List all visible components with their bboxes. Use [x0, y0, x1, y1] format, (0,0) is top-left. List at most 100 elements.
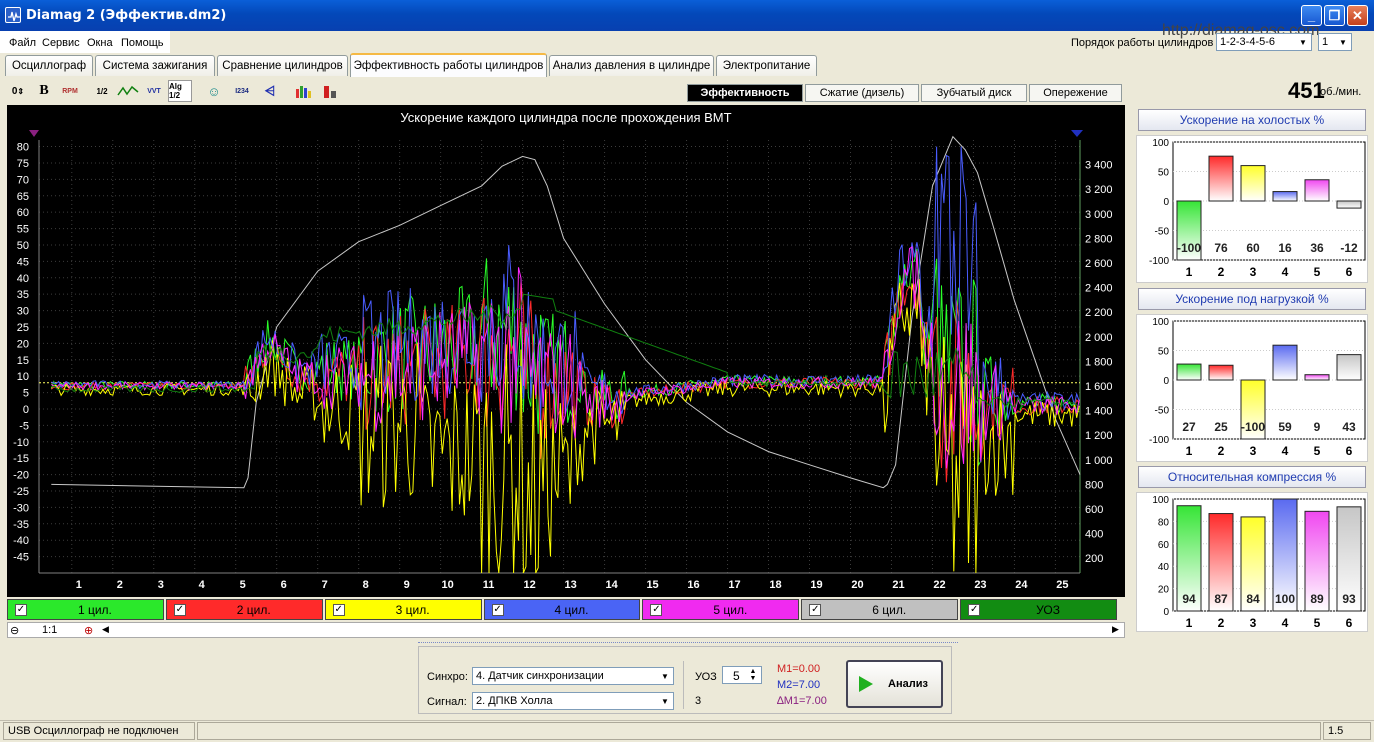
bar-cyl-5	[1304, 179, 1330, 202]
bar-y-tick: 0	[1163, 197, 1169, 208]
y-right-tick-label: 3 400	[1085, 160, 1113, 172]
firing-order-value: 1-2-3-4-5-6	[1220, 36, 1276, 48]
uoz-value: 5	[733, 669, 740, 683]
tab-power[interactable]: Электропитание	[716, 55, 817, 76]
tab-ignition[interactable]: Система зажигания	[95, 55, 215, 76]
chevron-down-icon: ▼	[661, 696, 669, 706]
scroll-left-icon[interactable]: ◀	[102, 624, 109, 635]
tab-cylinder-compare[interactable]: Сравнение цилиндров	[217, 55, 348, 76]
legend-cyl-3[interactable]: ✓ 3 цил.	[324, 599, 482, 620]
y-right-tick-label: 1 600	[1085, 381, 1113, 393]
bar-category-label: 1	[1186, 444, 1193, 458]
tab-oscilloscope[interactable]: Осциллограф	[5, 55, 93, 76]
bar-category-label: 3	[1250, 265, 1257, 279]
legend-checkbox[interactable]: ✓	[15, 603, 27, 616]
tab-pressure-analysis[interactable]: Анализ давления в цилиндре	[549, 55, 714, 76]
x-tick-label: 23	[974, 579, 986, 591]
y-tick-label: 45	[17, 256, 29, 268]
bar-chart-2: 100 50 0 -50 -100 27 1 25 2 -100 3 59 4 9 5 43 6	[1136, 314, 1368, 462]
firing-order-select[interactable]: 1-2-3-4-5-6 ▼	[1216, 33, 1312, 51]
legend-cyl-6[interactable]: ✓ 6 цил.	[801, 599, 959, 620]
sync-label: Синхро:	[427, 671, 468, 683]
chart-scrollbar[interactable]: ⊖ 1:1 ⊕ ◀ ▶	[7, 622, 1125, 638]
analyze-button[interactable]: Анализ	[846, 660, 943, 708]
bar-chart-title: Относительная компрессия %	[1138, 466, 1366, 488]
y-tick-label: 30	[17, 306, 29, 318]
legend-checkbox[interactable]: ✓	[650, 603, 663, 616]
menu-help[interactable]: Помощь	[121, 37, 164, 49]
legend-cyl-1[interactable]: ✓ 1 цил.	[7, 599, 164, 620]
people-button[interactable]: ☺	[202, 80, 226, 102]
legend-checkbox[interactable]: ✓	[968, 603, 981, 616]
restore-icon[interactable]: ❐	[1324, 5, 1345, 26]
sync-select[interactable]: 4. Датчик синхронизации ▼	[472, 667, 674, 685]
legend-cyl-7[interactable]: ✓ УОЗ	[960, 599, 1117, 620]
legend-checkbox[interactable]: ✓	[173, 603, 186, 616]
legend-checkbox[interactable]: ✓	[332, 603, 345, 616]
uoz-sub-value: 3	[695, 695, 702, 707]
bars-button[interactable]	[292, 80, 316, 102]
zoom-out-icon[interactable]: ⊖	[10, 624, 19, 637]
fraction-button[interactable]: 1/2	[90, 80, 114, 102]
acceleration-chart[interactable]: Ускорение каждого цилиндра после прохожд…	[7, 105, 1125, 597]
zoom-in-icon[interactable]: ⊕	[84, 624, 93, 637]
wave-button[interactable]	[116, 80, 140, 102]
y-axis-left: 80757065605550454035302520151050-5-10-15…	[13, 142, 29, 564]
marker-right-icon[interactable]	[1071, 130, 1083, 137]
spin-icon[interactable]: ▲ ▼	[746, 668, 760, 682]
subtab-tooth-disk[interactable]: Зубчатый диск	[921, 84, 1027, 102]
y-tick-label: 15	[17, 355, 29, 367]
x-tick-label: 9	[404, 579, 410, 591]
close-icon[interactable]: ✕	[1347, 5, 1368, 26]
legend-cyl-4[interactable]: ✓ 4 цил.	[483, 599, 641, 620]
marker-delta: ∆M1=7.00	[777, 695, 827, 707]
menu-service[interactable]: Сервис	[42, 37, 80, 49]
bar-value-label: 59	[1278, 420, 1292, 434]
rpm-button[interactable]: RPM	[58, 80, 82, 102]
menu-windows[interactable]: Окна	[87, 37, 113, 49]
y-tick-label: 40	[17, 273, 29, 285]
vvt-button[interactable]: VVT	[142, 80, 166, 102]
x-tick-label: 6	[281, 579, 287, 591]
legend-checkbox[interactable]: ✓	[491, 603, 504, 616]
y-tick-label: -15	[13, 453, 29, 465]
bold-button[interactable]: B	[32, 80, 56, 102]
legend-checkbox[interactable]: ✓	[809, 603, 822, 616]
y-tick-label: 75	[17, 158, 29, 170]
y-right-tick-label: 1 800	[1085, 356, 1113, 368]
marker-left-icon[interactable]	[29, 130, 39, 137]
scroll-right-icon[interactable]: ▶	[1112, 624, 1119, 635]
cylinder-traces	[50, 135, 1081, 574]
bar-value-label: -100	[1177, 241, 1201, 255]
tab-cylinder-efficiency[interactable]: Эффективность работы цилиндров	[350, 53, 547, 77]
cylinder-select[interactable]: 1 ▼	[1318, 33, 1352, 51]
filter-button[interactable]: ⩤	[258, 80, 282, 102]
status-usb: USB Осциллограф не подключен	[3, 722, 195, 740]
signal-select[interactable]: 2. ДПКВ Холла ▼	[472, 692, 674, 710]
legend-cyl-2[interactable]: ✓ 2 цил.	[165, 599, 323, 620]
cylinder-bar-button[interactable]	[318, 80, 342, 102]
algorithm-button[interactable]: Alg 1/2	[168, 80, 192, 102]
bar-value-label: 94	[1182, 592, 1196, 606]
bar-value-label: -12	[1340, 241, 1358, 255]
subtab-efficiency[interactable]: Эффективность	[687, 84, 803, 102]
legend-cyl-5[interactable]: ✓ 5 цил.	[642, 599, 800, 620]
bar-category-label: 4	[1282, 616, 1289, 630]
subtab-advance[interactable]: Опережение	[1029, 84, 1122, 102]
bar-value-label: 89	[1310, 592, 1324, 606]
uoz-stepper[interactable]: 5 ▲ ▼	[722, 666, 762, 684]
subtab-diesel-compression[interactable]: Сжатие (дизель)	[805, 84, 919, 102]
bar-y-tick: 0	[1163, 376, 1169, 387]
y-right-tick-label: 800	[1085, 479, 1103, 491]
app-icon[interactable]	[5, 7, 21, 23]
y-tick-label: 70	[17, 174, 29, 186]
cylinder-numbers-button[interactable]: I234	[230, 80, 254, 102]
bar-value-label: 84	[1246, 592, 1260, 606]
bar-cyl-6	[1336, 354, 1362, 381]
x-tick-label: 7	[322, 579, 328, 591]
x-tick-label: 17	[728, 579, 740, 591]
y-tick-label: -10	[13, 437, 29, 449]
menu-file[interactable]: Файл	[9, 37, 36, 49]
zero-offset-button[interactable]: 0 ⇕	[6, 80, 30, 102]
trace-cyl-2	[50, 282, 1080, 483]
